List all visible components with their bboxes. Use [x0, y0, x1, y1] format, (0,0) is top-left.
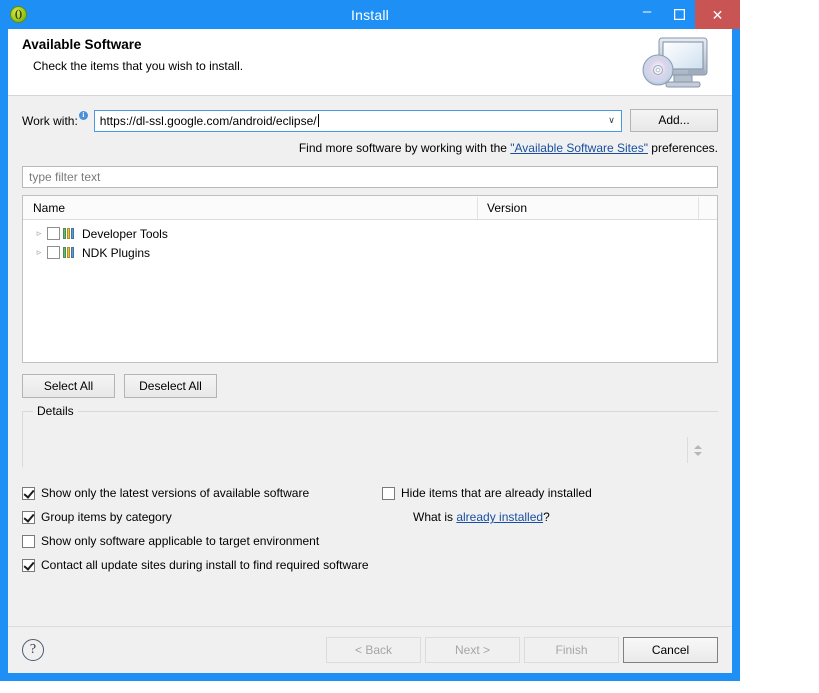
note-suffix: ? — [543, 510, 550, 524]
window-controls: – ✕ — [631, 0, 740, 29]
row-label: NDK Plugins — [82, 245, 151, 260]
details-scroll-spinner[interactable] — [690, 439, 706, 461]
maximize-button[interactable] — [663, 0, 695, 29]
table-row[interactable]: ▹ NDK Plugins — [23, 243, 717, 262]
checkbox[interactable] — [22, 510, 35, 524]
work-with-label: Work with: i — [22, 110, 88, 128]
hint-prefix: Find more software by working with the — [298, 141, 511, 155]
hint-suffix: preferences. — [647, 141, 718, 155]
details-label: Details — [33, 404, 78, 418]
option-applicable-target[interactable]: Show only software applicable to target … — [22, 529, 718, 553]
info-icon[interactable]: i — [78, 110, 88, 120]
checkbox[interactable] — [22, 558, 35, 572]
chevron-down-icon[interactable]: ∨ — [602, 115, 621, 126]
desktop-background: () Install – ✕ Available Software Check … — [0, 0, 819, 693]
add-button[interactable]: Add... — [630, 109, 718, 132]
select-all-button[interactable]: Select All — [22, 374, 115, 398]
selection-buttons: Select All Deselect All — [22, 374, 718, 398]
eclipse-icon: () — [10, 6, 27, 23]
page-subtitle: Check the items that you wish to install… — [33, 59, 244, 73]
checkbox[interactable] — [22, 534, 35, 548]
checkbox[interactable] — [382, 486, 395, 500]
software-tree[interactable]: Name Version ▹ Developer Tools ▹ NDK Plu… — [22, 195, 718, 363]
table-row[interactable]: ▹ Developer Tools — [23, 224, 717, 243]
software-sites-hint: Find more software by working with the "… — [22, 141, 718, 155]
option-label: Show only the latest versions of availab… — [41, 486, 310, 500]
finish-button[interactable]: Finish — [524, 637, 619, 663]
back-button[interactable]: < Back — [326, 637, 421, 663]
scroll-up-arrow-icon[interactable] — [694, 444, 702, 449]
minimize-button[interactable]: – — [631, 0, 663, 29]
next-button[interactable]: Next > — [425, 637, 520, 663]
window-title: Install — [351, 6, 389, 23]
wizard-banner: Available Software Check the items that … — [8, 29, 732, 96]
dialog-client-area: Available Software Check the items that … — [8, 29, 732, 673]
options-section: Show only the latest versions of availab… — [22, 481, 718, 626]
title-bar[interactable]: () Install – ✕ — [0, 0, 740, 29]
option-label: Hide items that are already installed — [401, 486, 592, 500]
work-with-combo[interactable]: https://dl-ssl.google.com/android/eclips… — [93, 109, 622, 132]
category-icon — [63, 228, 77, 239]
expand-arrow-icon[interactable]: ▹ — [31, 228, 47, 239]
details-group: Details — [22, 404, 718, 467]
option-label: Group items by category — [41, 510, 172, 524]
option-hide-installed[interactable]: Hide items that are already installed — [382, 481, 712, 505]
category-icon — [63, 247, 77, 258]
option-contact-update-sites[interactable]: Contact all update sites during install … — [22, 553, 718, 577]
deselect-all-button[interactable]: Deselect All — [124, 374, 217, 398]
details-divider — [687, 437, 688, 463]
row-checkbox[interactable] — [47, 227, 60, 240]
tree-header: Name Version — [23, 196, 717, 220]
install-dialog-window: () Install – ✕ Available Software Check … — [0, 0, 740, 681]
row-label: Developer Tools — [82, 226, 168, 241]
expand-arrow-icon[interactable]: ▹ — [31, 247, 47, 258]
work-with-value: https://dl-ssl.google.com/android/eclips… — [99, 113, 317, 128]
work-with-label-text: Work with: — [22, 113, 78, 128]
filter-input[interactable]: type filter text — [22, 166, 718, 188]
cancel-button[interactable]: Cancel — [623, 637, 718, 663]
text-caret — [317, 113, 319, 127]
available-software-sites-link[interactable]: "Available Software Sites" — [510, 141, 648, 155]
column-header-version[interactable]: Version — [478, 196, 699, 219]
already-installed-link[interactable]: already installed — [456, 510, 543, 524]
already-installed-note: What is already installed? — [382, 505, 712, 529]
dialog-body: Work with: i https://dl-ssl.google.com/an… — [8, 96, 732, 626]
option-label: Show only software applicable to target … — [41, 534, 320, 548]
note-prefix: What is — [413, 510, 457, 524]
column-header-name[interactable]: Name — [23, 196, 478, 219]
dialog-footer: ? < Back Next > Finish Cancel — [8, 626, 732, 673]
options-right-column: Hide items that are already installed Wh… — [382, 481, 712, 529]
option-label: Contact all update sites during install … — [41, 558, 369, 572]
row-checkbox[interactable] — [47, 246, 60, 259]
close-button[interactable]: ✕ — [695, 0, 740, 29]
checkbox[interactable] — [22, 486, 35, 500]
work-with-input[interactable]: https://dl-ssl.google.com/android/eclips… — [95, 113, 602, 128]
help-button[interactable]: ? — [22, 639, 44, 661]
footer-actions: < Back Next > Finish Cancel — [326, 637, 718, 663]
tree-rows: ▹ Developer Tools ▹ NDK Plugins — [23, 220, 717, 362]
scroll-down-arrow-icon[interactable] — [694, 451, 702, 456]
page-title: Available Software — [22, 37, 142, 52]
monitor-with-disc-icon — [642, 32, 720, 94]
work-with-row: Work with: i https://dl-ssl.google.com/an… — [22, 109, 718, 132]
